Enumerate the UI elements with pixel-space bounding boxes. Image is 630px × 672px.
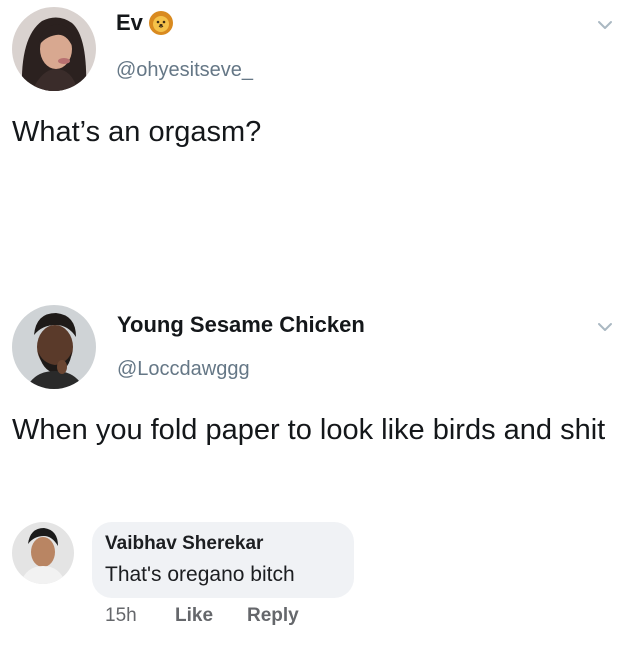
- tweet-card: Ev @ohyesitseve_ What’s an orgasm?: [0, 0, 630, 300]
- display-name[interactable]: Ev: [116, 10, 143, 36]
- avatar-man: [12, 305, 96, 389]
- comment-timestamp[interactable]: 15h: [105, 605, 137, 627]
- avatar[interactable]: [12, 522, 74, 584]
- avatar[interactable]: [12, 305, 96, 389]
- avatar-young-man: [12, 522, 74, 584]
- like-button[interactable]: Like: [175, 605, 213, 627]
- tweet-text: What’s an orgasm?: [12, 116, 262, 148]
- tweet-text: When you fold paper to look like birds a…: [12, 414, 606, 446]
- user-handle[interactable]: @Loccdawggg: [117, 358, 250, 381]
- comment-author[interactable]: Vaibhav Sherekar: [105, 533, 263, 555]
- chevron-down-icon[interactable]: [594, 316, 616, 338]
- reply-button[interactable]: Reply: [247, 605, 299, 627]
- avatar[interactable]: [12, 7, 96, 91]
- avatar-woman: [12, 7, 96, 91]
- comment-text: That's oregano bitch: [105, 563, 295, 586]
- lion-face-icon: [149, 11, 173, 35]
- chevron-down-icon[interactable]: [594, 14, 616, 36]
- display-name[interactable]: Young Sesame Chicken: [117, 312, 365, 338]
- user-handle[interactable]: @ohyesitseve_: [116, 59, 253, 82]
